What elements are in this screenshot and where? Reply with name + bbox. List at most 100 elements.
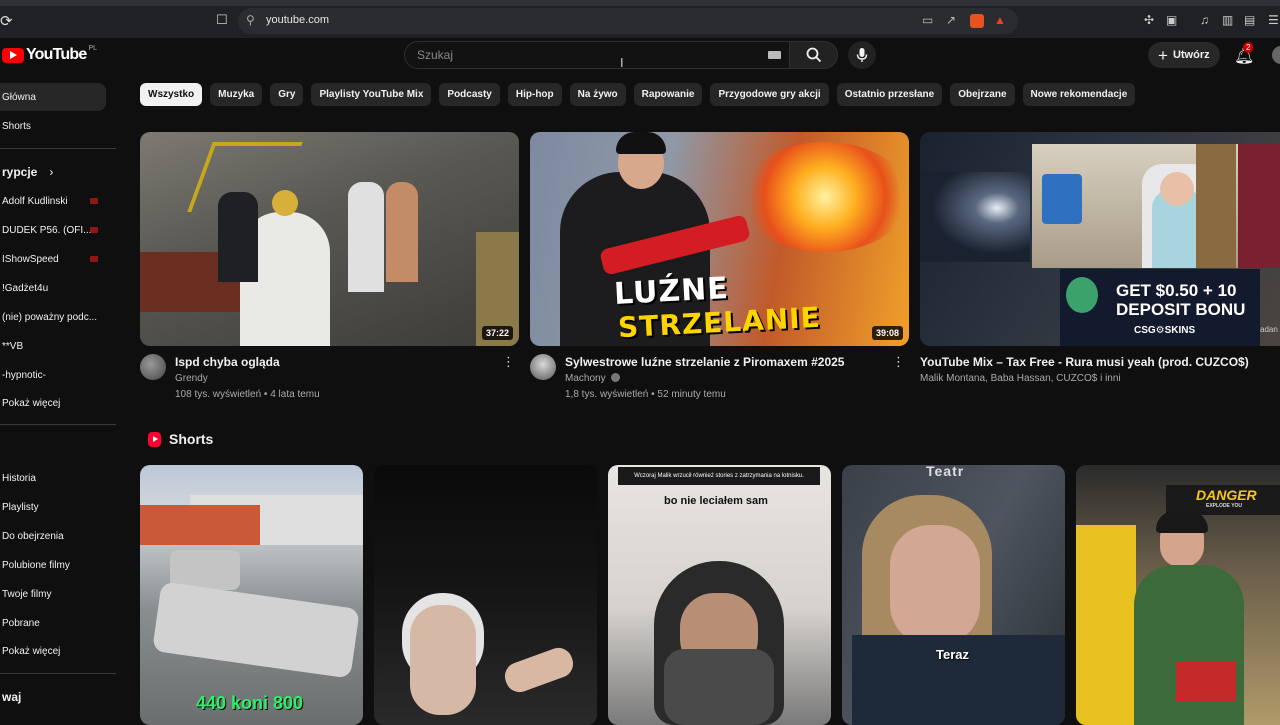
sidebar-explore-heading[interactable]: waj <box>0 683 106 711</box>
video-thumbnail[interactable]: LUŹNE STRZELANIE 39:08 <box>530 132 909 346</box>
media-icon[interactable]: ♫ <box>1200 13 1209 27</box>
wallet-icon[interactable]: ▤ <box>1244 13 1255 27</box>
mix-thumbnail[interactable]: GET $0.50 + 10 DEPOSIT BONU CSG⚙SKINS ad… <box>920 132 1280 346</box>
sidebar-subscription-item[interactable]: **VB <box>0 332 106 360</box>
sidebar-divider <box>0 148 116 149</box>
more-vert-icon[interactable]: ⋮ <box>502 355 515 368</box>
create-button[interactable]: + Utwórz <box>1148 42 1220 68</box>
create-label: Utwórz <box>1172 49 1210 61</box>
filter-chip[interactable]: Przygodowe gry akcji <box>710 83 829 106</box>
extensions-icon[interactable]: ✣ <box>1144 13 1154 27</box>
subscriptions-heading: rypcje <box>2 165 38 179</box>
short-card[interactable]: DANGER EXPLODE YOU <box>1076 465 1280 725</box>
ad-mascot-shape <box>1066 277 1098 313</box>
mix-card[interactable]: GET $0.50 + 10 DEPOSIT BONU CSG⚙SKINS ad… <box>920 132 1280 406</box>
sidebar-subscription-item[interactable]: (nie) poważny podc... <box>0 303 106 331</box>
channel-name[interactable]: Machony <box>565 373 621 384</box>
search-input[interactable] <box>417 48 757 62</box>
short-top-note: Wczoraj Malik wrzucił również stories z … <box>618 467 820 485</box>
video-title[interactable]: Ispd chyba ogląda <box>175 355 280 369</box>
video-card[interactable]: 37:22 Ispd chyba ogląda Grendy 108 tys. … <box>140 132 519 406</box>
subscription-label: DUDEK P56. (OFI... <box>2 224 92 236</box>
shorts-icon <box>148 431 161 447</box>
brave-shield-icon[interactable] <box>970 14 984 28</box>
youtube-header: YouTube PL I + Utwórz 🔔︎ 2 <box>0 38 1280 74</box>
youtube-logo[interactable]: YouTube PL <box>2 45 97 64</box>
cast-icon[interactable]: ▭ <box>922 13 933 27</box>
more-vert-icon[interactable]: ⋮ <box>892 355 905 368</box>
voice-search-button[interactable] <box>848 41 876 69</box>
sidebar-subscriptions-heading[interactable]: rypcje › <box>0 158 106 186</box>
site-info-icon[interactable]: ⚲ <box>246 13 255 27</box>
video-thumbnail[interactable]: 37:22 <box>140 132 519 346</box>
sidebar-you-item[interactable]: Playlisty <box>0 493 106 521</box>
video-title[interactable]: Sylwestrowe luźne strzelanie z Piromaxem… <box>565 355 844 369</box>
subscription-label: IShowSpeed <box>2 253 59 265</box>
filter-chips: Wszystko Muzyka Gry Playlisty YouTube Mix Po… <box>140 83 1136 106</box>
short-card[interactable]: Wczoraj Malik wrzucił również stories z … <box>608 465 831 725</box>
sidebar-you-item[interactable]: Pobrane <box>0 609 106 637</box>
hand-shape <box>500 643 578 697</box>
channel-avatar[interactable] <box>530 354 556 380</box>
filter-chip[interactable]: Hip-hop <box>507 83 562 106</box>
filter-chip[interactable]: Podcasty <box>439 83 500 106</box>
filter-chip[interactable]: Wszystko <box>140 83 203 106</box>
channel-name-text: Machony <box>565 373 606 384</box>
filter-chip[interactable]: Na żywo <box>569 83 626 106</box>
filter-chip[interactable]: Rapowanie <box>633 83 703 106</box>
verified-icon <box>611 373 621 382</box>
filter-chip[interactable]: Nowe rekomendacje <box>1022 83 1136 106</box>
short-card[interactable]: 440 koni 800 <box>140 465 363 725</box>
sidebar-item-label: Twoje filmy <box>2 588 52 600</box>
sidebar-subscription-item[interactable]: !Gadżet4u <box>0 274 106 302</box>
bookmark-icon[interactable]: ☐ <box>216 12 228 28</box>
browser-toolbar: ⟳ ☐ ⚲ youtube.com ▭ ↗ ▲ ✣ ▣ ♫ ▥ ▤ ☰ <box>0 0 1280 38</box>
filter-chip[interactable]: Ostatnio przesłane <box>836 83 943 106</box>
sidebar-item-home[interactable]: Główna <box>0 83 106 111</box>
video-card[interactable]: LUŹNE STRZELANIE 39:08 Sylwestrowe luźne… <box>530 132 909 406</box>
sidebar-subscription-item[interactable]: DUDEK P56. (OFI... <box>0 216 106 244</box>
ad-line1: GET $0.50 + 10 <box>1116 281 1237 300</box>
subscription-label: Adolf Kudlinski <box>2 195 68 207</box>
menu-icon[interactable]: ☰ <box>1268 13 1279 27</box>
share-icon[interactable]: ↗ <box>946 13 956 27</box>
sidebar-toggle-icon[interactable]: ▥ <box>1222 13 1233 27</box>
video-stats: 108 tys. wyświetleń • 4 lata temu <box>175 389 320 400</box>
keyboard-icon[interactable] <box>768 51 781 59</box>
reader-icon[interactable]: ▣ <box>1166 13 1177 27</box>
channel-avatar[interactable] <box>140 354 166 380</box>
sidebar-show-more-subs[interactable]: Pokaż więcej <box>0 389 106 417</box>
short-card[interactable] <box>374 465 597 725</box>
video-duration: 39:08 <box>871 326 903 340</box>
live-indicator-icon <box>90 256 98 262</box>
short-card[interactable]: Teatr Teraz <box>842 465 1065 725</box>
url-text: youtube.com <box>266 14 329 26</box>
sidebar-item-shorts[interactable]: Shorts <box>0 112 106 140</box>
filter-chip[interactable]: Obejrzane <box>950 83 1015 106</box>
account-avatar[interactable] <box>1272 46 1280 64</box>
subscription-label: **VB <box>2 340 24 352</box>
video-title[interactable]: YouTube Mix – Tax Free - Rura musi yeah … <box>920 355 1249 369</box>
rewards-icon[interactable]: ▲ <box>994 13 1006 27</box>
search-button[interactable] <box>790 41 838 69</box>
sidebar-you-item[interactable]: Twoje filmy <box>0 580 106 608</box>
sidebar-item-label: Pokaż więcej <box>2 645 61 657</box>
channel-name[interactable]: Malik Montana, Baba Hassan, CUZCO$ i inn… <box>920 373 1121 384</box>
filter-chip[interactable]: Muzyka <box>210 83 263 106</box>
sidebar-you-item[interactable]: Do obejrzenia <box>0 522 106 550</box>
beanie-shape <box>1156 511 1208 533</box>
sidebar-show-more-you[interactable]: Pokaż więcej <box>0 637 106 665</box>
microphone-icon <box>856 48 868 62</box>
sidebar-you-item[interactable]: Historia <box>0 464 106 492</box>
sidebar-you-item[interactable]: Polubione filmy <box>0 551 106 579</box>
channel-name[interactable]: Grendy <box>175 373 208 384</box>
notifications-button[interactable]: 🔔︎ 2 <box>1234 42 1254 66</box>
address-bar[interactable]: ⚲ youtube.com ▭ ↗ ▲ <box>238 8 1018 34</box>
yellow-pattern-shape <box>1076 525 1136 725</box>
sidebar-subscription-item[interactable]: -hypnotic- <box>0 361 106 389</box>
sidebar-subscription-item[interactable]: Adolf Kudlinski <box>0 187 106 215</box>
filter-chip[interactable]: Gry <box>270 83 304 106</box>
reload-icon[interactable]: ⟳ <box>0 12 13 30</box>
sidebar-subscription-item[interactable]: IShowSpeed <box>0 245 106 273</box>
filter-chip[interactable]: Playlisty YouTube Mix <box>311 83 432 106</box>
